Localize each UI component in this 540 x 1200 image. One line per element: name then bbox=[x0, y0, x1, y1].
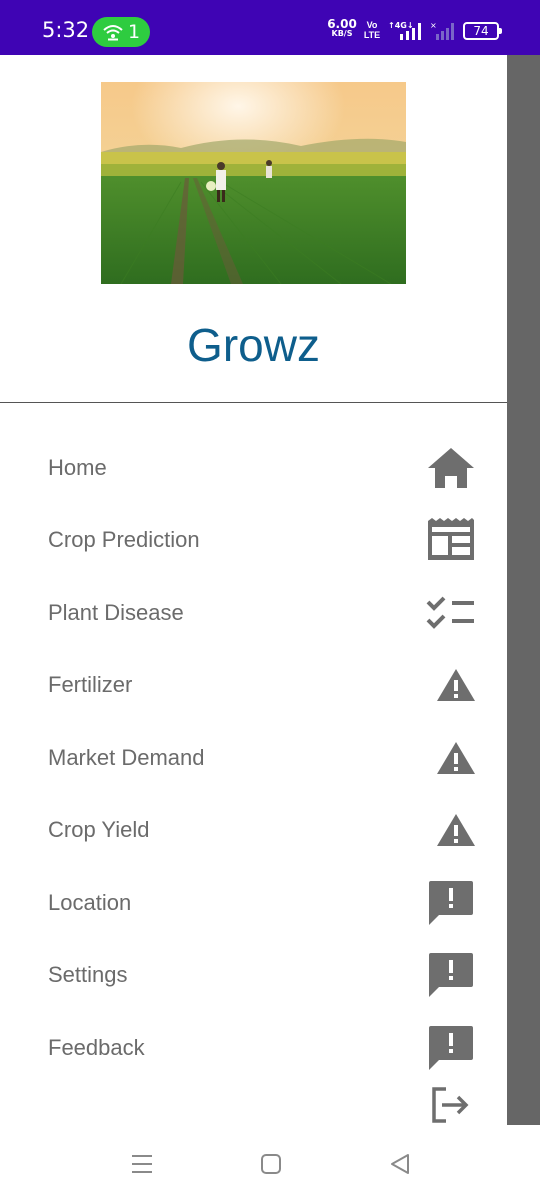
volte-indicator: Vo LTE bbox=[361, 20, 383, 40]
home-button-icon[interactable] bbox=[256, 1149, 286, 1179]
volte-bottom: LTE bbox=[363, 30, 381, 40]
menu-item-label: Feedback bbox=[48, 1035, 145, 1060]
menu-item-location[interactable]: Location bbox=[0, 873, 507, 933]
menu-item-crop-yield[interactable]: Crop Yield bbox=[0, 800, 507, 860]
menu-item-label: Crop Prediction bbox=[48, 527, 200, 552]
logout-icon[interactable] bbox=[430, 1085, 470, 1125]
app-title: Growz bbox=[187, 319, 320, 371]
menu-item-label: Crop Yield bbox=[48, 817, 150, 842]
warning-icon bbox=[425, 732, 477, 784]
system-nav-bar bbox=[0, 1125, 540, 1200]
menu-item-label: Plant Disease bbox=[48, 600, 184, 625]
status-time: 5:32 bbox=[42, 18, 90, 42]
menu-item-label: Fertilizer bbox=[48, 672, 133, 697]
signal-4g-icon: ↑4G↓ bbox=[388, 21, 421, 40]
header-divider bbox=[0, 402, 507, 403]
recents-icon[interactable] bbox=[127, 1149, 157, 1179]
hotspot-count: 1 bbox=[128, 21, 141, 43]
menu-item-crop-prediction[interactable]: Crop Prediction bbox=[0, 510, 507, 570]
status-bar: 5:32 1 6.00 KB/S Vo LTE ↑4G↓ × 74 bbox=[0, 0, 540, 55]
menu-item-label: Market Demand bbox=[48, 745, 205, 770]
header-image bbox=[101, 82, 406, 284]
feedback-icon bbox=[425, 1022, 477, 1074]
hotspot-indicator[interactable]: 1 bbox=[92, 17, 150, 47]
network-speed-value: 6.00 bbox=[327, 17, 357, 31]
menu-item-label: Settings bbox=[48, 962, 128, 987]
menu-item-market-demand[interactable]: Market Demand bbox=[0, 728, 507, 788]
signal-sim2-icon: × bbox=[430, 21, 454, 40]
svg-text:×: × bbox=[430, 21, 437, 30]
battery-icon: 74 bbox=[463, 22, 502, 40]
menu-item-label: Home bbox=[48, 455, 107, 480]
home-icon bbox=[425, 442, 477, 494]
svg-text:↑4G↓: ↑4G↓ bbox=[388, 21, 414, 30]
menu-item-feedback[interactable]: Feedback bbox=[0, 1018, 507, 1078]
navigation-drawer: Growz Home Crop Prediction Plant Disease bbox=[0, 55, 507, 1125]
feedback-icon bbox=[425, 877, 477, 929]
menu-item-home[interactable]: Home bbox=[0, 438, 507, 498]
battery-level: 74 bbox=[473, 24, 489, 38]
warning-icon bbox=[425, 804, 477, 856]
menu-item-fertilizer[interactable]: Fertilizer bbox=[0, 655, 507, 715]
checklist-icon bbox=[425, 587, 477, 639]
newspaper-icon bbox=[425, 514, 477, 566]
network-speed: 6.00 KB/S bbox=[327, 17, 357, 39]
hotspot-icon bbox=[103, 25, 123, 41]
back-icon[interactable] bbox=[385, 1149, 415, 1179]
volte-top: Vo bbox=[366, 20, 378, 30]
menu-item-label: Location bbox=[48, 890, 132, 915]
feedback-icon bbox=[425, 949, 477, 1001]
drawer-scrim[interactable] bbox=[507, 55, 540, 1125]
menu-item-plant-disease[interactable]: Plant Disease bbox=[0, 583, 507, 643]
warning-icon bbox=[425, 659, 477, 711]
menu-item-settings[interactable]: Settings bbox=[0, 945, 507, 1005]
